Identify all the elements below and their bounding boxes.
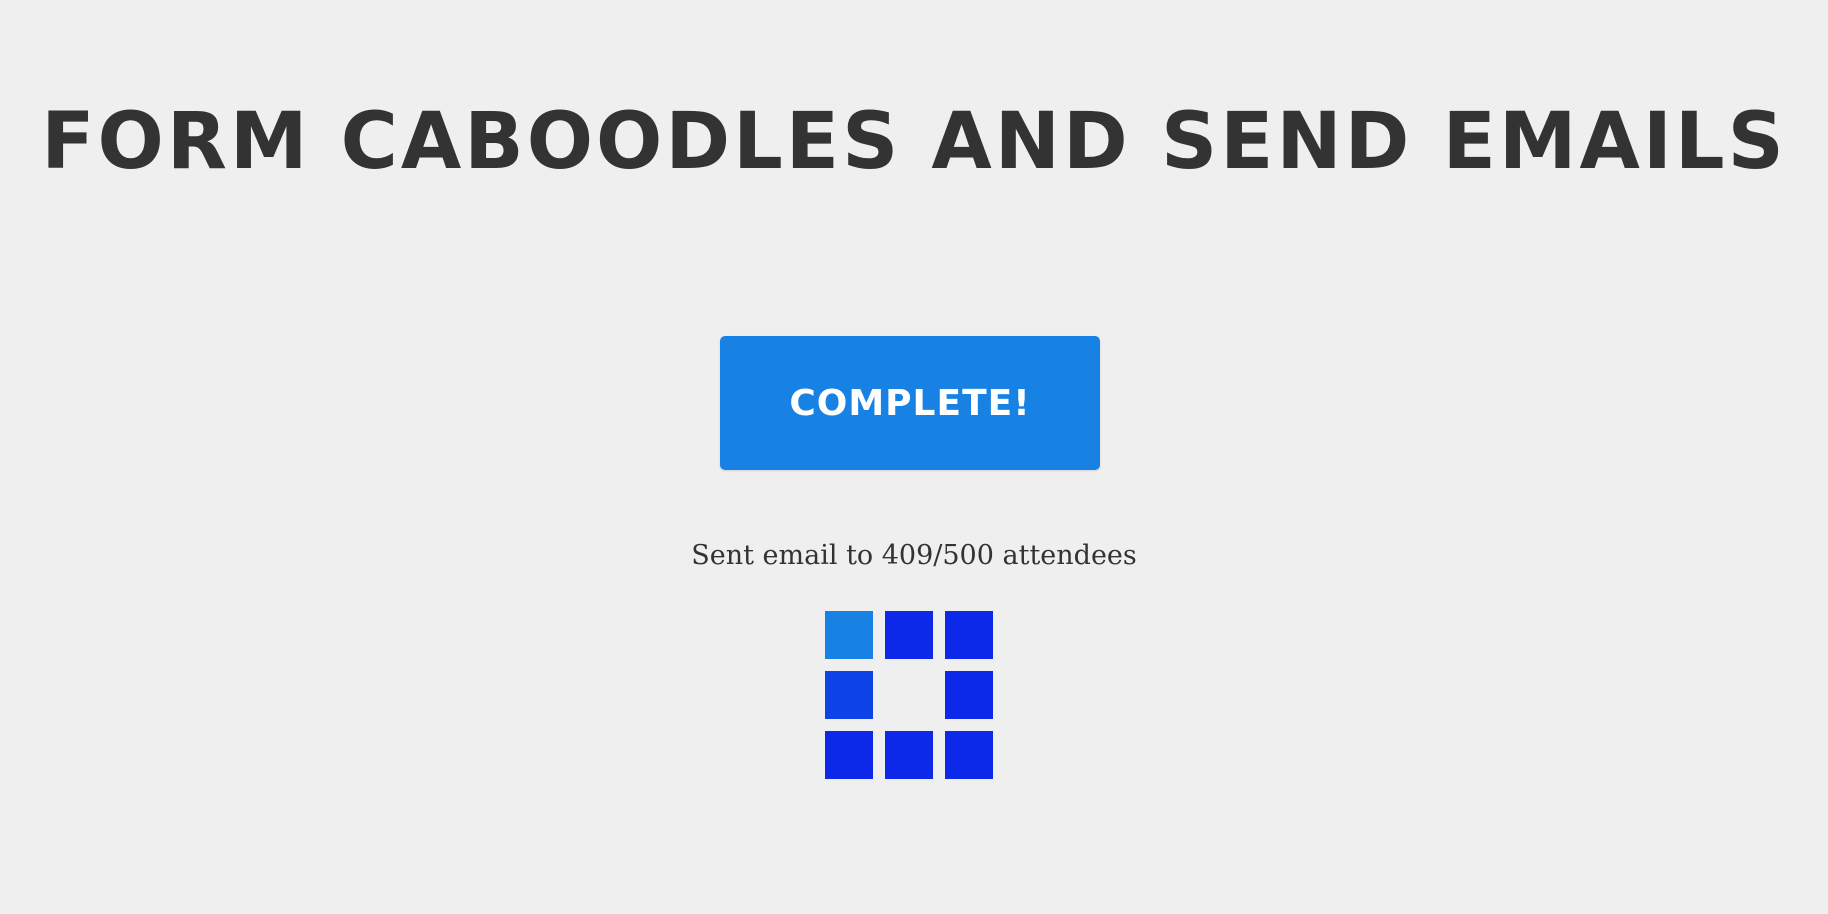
page-title: FORM CABOODLES AND SEND EMAILS — [41, 97, 1787, 187]
loader-cell-top-center — [885, 611, 933, 659]
complete-button[interactable]: COMPLETE! — [720, 336, 1100, 470]
loader-cell-bottom-center — [885, 731, 933, 779]
loader-cell-top-right — [945, 611, 993, 659]
loader-cell-bottom-left — [825, 731, 873, 779]
send-status-text: Sent email to 409/500 attendees — [691, 540, 1137, 571]
loader-cell-middle-right — [945, 671, 993, 719]
loader-cell-bottom-right — [945, 731, 993, 779]
loader-cell-top-left — [825, 611, 873, 659]
loader-cell-middle-left — [825, 671, 873, 719]
grid-spinner-icon — [825, 611, 995, 781]
